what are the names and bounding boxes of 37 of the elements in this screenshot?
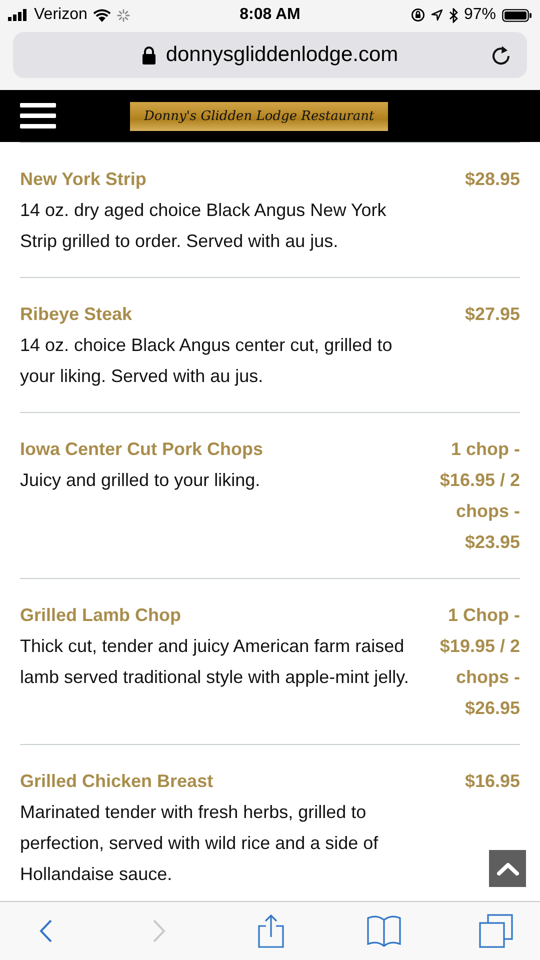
- dish-description: Juicy and grilled to your liking.: [20, 469, 262, 492]
- dish-description: Marinated tender with fresh herbs, grilled to perfection, served with wild rice and a side of Hollandaise sauce.: [20, 801, 380, 886]
- dish-description: Thick cut, tender and juicy American farm raised lamb served traditional style with apple-mint jelly.: [20, 635, 410, 689]
- dish-name: Grilled Chicken Breast: [20, 770, 214, 793]
- dish-name: Iowa Center Cut Pork Chops: [20, 438, 264, 461]
- battery-percent: 97%: [464, 6, 496, 24]
- dish-description: 14 oz. dry aged choice Black Angus New York Strip grilled to order. Served with au jus.: [20, 199, 388, 253]
- dish-price: $28.95: [464, 168, 520, 191]
- carrier-name: Verizon: [34, 6, 88, 24]
- wifi-icon: [93, 8, 112, 22]
- book-icon[interactable]: [366, 915, 400, 947]
- dish-price: 1 Chop - $19.95 / 2 chops - $26.95: [438, 604, 520, 720]
- chevron-up-icon: [496, 862, 520, 876]
- tabs-icon[interactable]: [479, 914, 513, 948]
- url-text: donnysgliddenlodge.com: [166, 43, 398, 67]
- loading-icon: [117, 8, 130, 22]
- scroll-to-top-button[interactable]: [489, 850, 526, 887]
- battery-icon: [502, 8, 532, 22]
- signal-icon: [8, 9, 28, 21]
- dish-price: $27.95: [464, 303, 520, 326]
- rotation-lock-icon: [410, 8, 425, 22]
- bluetooth-icon: [448, 8, 458, 22]
- dish-name: Ribeye Steak: [20, 303, 134, 326]
- back-icon[interactable]: [39, 919, 53, 943]
- restaurant-logo[interactable]: Donny's Glidden Lodge Restaurant: [130, 102, 388, 130]
- menu-icon[interactable]: [20, 103, 56, 129]
- dish-description: 14 oz. choice Black Angus center cut, grilled to your liking. Served with au jus.: [20, 334, 394, 388]
- dish-name: New York Strip: [20, 168, 148, 191]
- dish-price: $16.95: [464, 770, 520, 793]
- clock-time: 8:08 AM: [240, 6, 300, 24]
- address-bar[interactable]: donnysgliddenlodge.com: [13, 32, 527, 78]
- share-icon[interactable]: [258, 914, 284, 948]
- reload-icon[interactable]: [491, 44, 511, 66]
- location-icon: [430, 9, 443, 21]
- dish-price: 1 chop - $16.95 / 2 chops - $23.95: [438, 438, 520, 554]
- dish-name: Grilled Lamb Chop: [20, 604, 182, 627]
- lock-icon: [142, 46, 156, 64]
